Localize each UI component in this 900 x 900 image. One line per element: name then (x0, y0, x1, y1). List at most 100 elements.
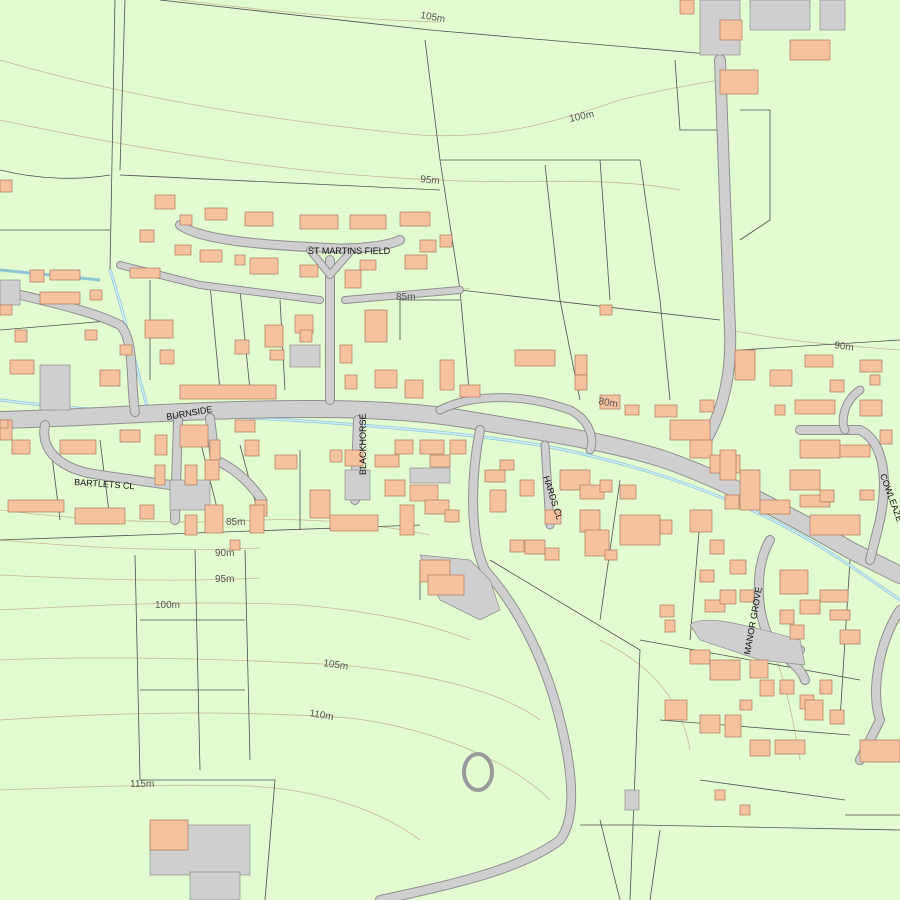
building (819, 589, 849, 603)
map-svg: ST MARTINS FIELD BURNSIDE BARTLETS CL BL… (0, 0, 900, 900)
building (399, 211, 431, 227)
building (619, 514, 661, 546)
building (599, 304, 613, 316)
contour-label-95m-top: 95m (420, 174, 440, 187)
building (724, 714, 742, 738)
building (14, 329, 28, 343)
building (624, 404, 640, 416)
building (759, 499, 791, 515)
building (84, 329, 98, 341)
building (154, 194, 176, 210)
contour-label-95m-left: 95m (215, 574, 234, 585)
building (779, 679, 795, 695)
building (119, 344, 133, 356)
building (449, 439, 467, 455)
building (779, 569, 809, 595)
building (654, 404, 678, 418)
building (789, 624, 805, 640)
building (769, 369, 793, 387)
building (439, 234, 453, 248)
contour-label-105m-top: 105m (419, 10, 446, 25)
building (299, 264, 319, 278)
building (39, 291, 81, 305)
building (174, 244, 192, 256)
building (399, 504, 415, 536)
building (699, 399, 715, 413)
building (264, 324, 284, 348)
building (139, 229, 155, 243)
building (709, 539, 725, 555)
building (484, 469, 506, 483)
building (759, 679, 775, 697)
building (659, 519, 673, 535)
building (0, 179, 13, 193)
building (819, 489, 835, 503)
building (184, 464, 198, 486)
building (514, 349, 556, 367)
contour-label-110m-bottom: 110m (308, 708, 334, 723)
building (149, 819, 189, 851)
building (154, 464, 166, 486)
building (794, 399, 836, 415)
building (739, 699, 753, 711)
label-st-martins-field: ST MARTINS FIELD (308, 246, 391, 256)
building (139, 504, 155, 520)
building (774, 404, 786, 416)
building (144, 319, 174, 339)
contour-label-85m-left: 85m (226, 517, 245, 528)
building (679, 0, 695, 15)
building (244, 211, 274, 227)
building (809, 514, 861, 536)
building (249, 257, 279, 275)
building (774, 739, 806, 755)
building (429, 454, 451, 468)
building (404, 254, 428, 270)
building (0, 304, 13, 316)
building (74, 507, 126, 525)
building (689, 509, 713, 533)
building (574, 374, 588, 391)
building (524, 539, 546, 555)
building (859, 489, 875, 501)
building (49, 269, 81, 281)
building (419, 439, 445, 455)
building (364, 309, 388, 343)
contour-label-100m-top: 100m (568, 109, 595, 125)
map-canvas[interactable]: ST MARTINS FIELD BURNSIDE BARTLETS CL BL… (0, 0, 900, 900)
building (699, 569, 715, 583)
building (427, 574, 465, 596)
building (184, 514, 198, 536)
building (11, 439, 31, 455)
building (234, 419, 256, 433)
building (719, 589, 737, 605)
building (409, 484, 439, 502)
building (719, 19, 743, 41)
building (519, 479, 535, 497)
building (299, 329, 313, 343)
building (309, 489, 331, 519)
building (459, 384, 481, 398)
building (659, 604, 675, 618)
building (719, 449, 737, 481)
building (244, 439, 260, 457)
building (804, 699, 824, 721)
building (9, 359, 35, 375)
building (179, 384, 277, 400)
building (664, 619, 676, 633)
building (734, 349, 756, 381)
building (329, 449, 343, 463)
building (819, 679, 833, 695)
building (59, 439, 97, 455)
building (799, 599, 821, 615)
building (489, 489, 507, 513)
building (444, 509, 460, 523)
building (699, 714, 721, 734)
building (789, 39, 831, 61)
building (859, 399, 883, 417)
building (384, 479, 406, 497)
building (119, 429, 141, 443)
building (804, 354, 834, 368)
building (299, 214, 339, 230)
building (159, 349, 175, 365)
building (574, 354, 588, 376)
